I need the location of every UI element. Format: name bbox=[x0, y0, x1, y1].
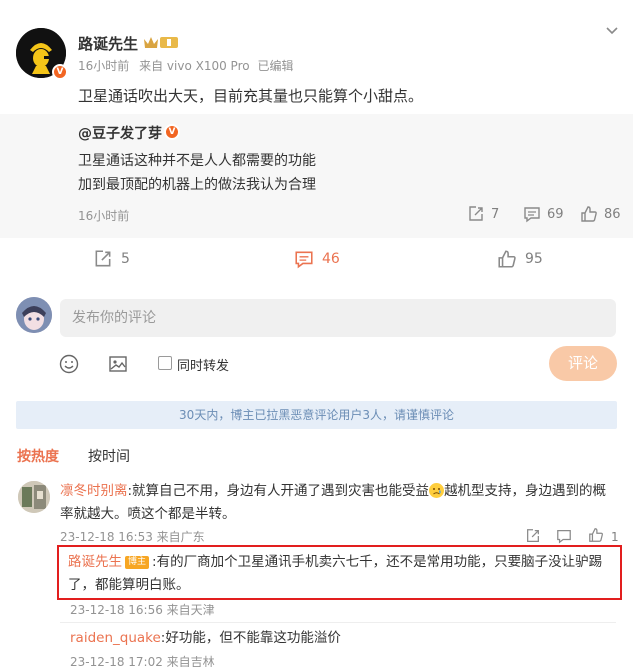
author-name[interactable]: 路诞先生 bbox=[78, 33, 138, 54]
submit-comment-button[interactable]: 评论 bbox=[549, 346, 617, 381]
repost-comment-count: 69 bbox=[547, 206, 564, 222]
reply-user[interactable]: raiden_quake bbox=[70, 630, 161, 646]
like-button[interactable]: 95 bbox=[497, 248, 543, 270]
repost-author[interactable]: @豆子发了芽 bbox=[78, 123, 162, 143]
image-icon[interactable] bbox=[107, 353, 129, 375]
reply-body: 路诞先生 博主:有的厂商加个卫星通讯手机卖六七千，还不是常用功能，只要脑子没让驴踢… bbox=[68, 551, 616, 597]
blogger-badge: 博主 bbox=[125, 556, 150, 569]
repost-text-line: 卫星通话这种并不是人人都需要的功能 bbox=[78, 153, 316, 169]
share-icon bbox=[469, 206, 483, 221]
verified-badge-icon: V bbox=[164, 124, 180, 140]
share-button[interactable]: 5 bbox=[93, 248, 130, 270]
divider bbox=[60, 622, 616, 623]
thumb-up-icon bbox=[498, 250, 516, 268]
share-count: 5 bbox=[121, 251, 130, 267]
post-edited[interactable]: 已编辑 bbox=[257, 59, 293, 73]
comment-button[interactable]: 46 bbox=[294, 248, 340, 270]
share-icon[interactable] bbox=[525, 528, 541, 544]
reply-text: :好功能，但不能靠这功能溢价 bbox=[160, 630, 341, 646]
comment-body: 凛冬时别离:就算自己不用，身边有人开通了遇到灾害也能受益 越机型支持，身边遇到的概… bbox=[60, 480, 616, 526]
also-repost-checkbox[interactable] bbox=[158, 356, 172, 370]
comment-input[interactable] bbox=[60, 299, 616, 337]
block-notice: 30天内，博主已拉黑恶意评论用户3人，请谨慎评论 bbox=[16, 401, 617, 429]
reply-body: raiden_quake:好功能，但不能靠这功能溢价 bbox=[70, 627, 610, 650]
post-text: 卫星通话吹出大天，目前充其量也只能算个小甜点。 bbox=[78, 87, 424, 105]
repost-share-button[interactable]: 7 bbox=[467, 204, 499, 224]
repost-comment-button[interactable]: 69 bbox=[523, 204, 564, 224]
comment-time: 23-12-18 16:53 来自广东 bbox=[60, 530, 205, 544]
comment-icon bbox=[524, 207, 540, 223]
repost-like-count: 86 bbox=[604, 206, 621, 222]
comment-count: 46 bbox=[322, 251, 340, 267]
share-icon bbox=[95, 250, 111, 267]
repost-share-count: 7 bbox=[491, 206, 500, 222]
more-icon[interactable]: 1 bbox=[611, 530, 619, 544]
commenter-avatar[interactable] bbox=[18, 481, 50, 513]
post-meta: 16小时前 来自 vivo X100 Pro 已编辑 bbox=[78, 57, 293, 74]
repost-text-line: 加到最顶配的机器上的做法我认为合理 bbox=[78, 177, 316, 193]
also-repost-label[interactable]: 同时转发 bbox=[177, 355, 229, 374]
reply-user[interactable]: 路诞先生 bbox=[68, 554, 122, 570]
thumb-up-icon[interactable] bbox=[588, 527, 604, 543]
post-time[interactable]: 16小时前 bbox=[78, 59, 129, 73]
comment-user[interactable]: 凛冬时别离 bbox=[60, 483, 128, 499]
post-source: 来自 vivo X100 Pro bbox=[139, 59, 250, 73]
thumb-up-icon bbox=[581, 206, 597, 222]
comment-icon bbox=[295, 251, 313, 269]
sort-by-hot-tab[interactable]: 按热度 bbox=[17, 446, 59, 466]
comment-text: :就算自己不用，身边有人开通了遇到灾害也能受益 bbox=[127, 483, 430, 499]
vip-level-icon bbox=[142, 35, 180, 50]
like-count: 95 bbox=[525, 251, 543, 267]
emoji-icon[interactable] bbox=[58, 353, 80, 375]
repost-like-button[interactable]: 86 bbox=[580, 204, 621, 224]
reply-time: 23-12-18 17:02 来自吉林 bbox=[70, 655, 215, 667]
repost-time[interactable]: 16小时前 bbox=[78, 207, 129, 224]
reply-time: 23-12-18 16:56 来自天津 bbox=[70, 603, 215, 617]
sad-emoji-icon bbox=[429, 483, 445, 498]
chevron-down-icon[interactable] bbox=[605, 24, 619, 38]
comment-icon[interactable] bbox=[556, 528, 572, 544]
sort-by-time-tab[interactable]: 按时间 bbox=[88, 446, 130, 466]
my-avatar[interactable] bbox=[16, 297, 52, 333]
verified-badge-icon: V bbox=[52, 64, 68, 80]
